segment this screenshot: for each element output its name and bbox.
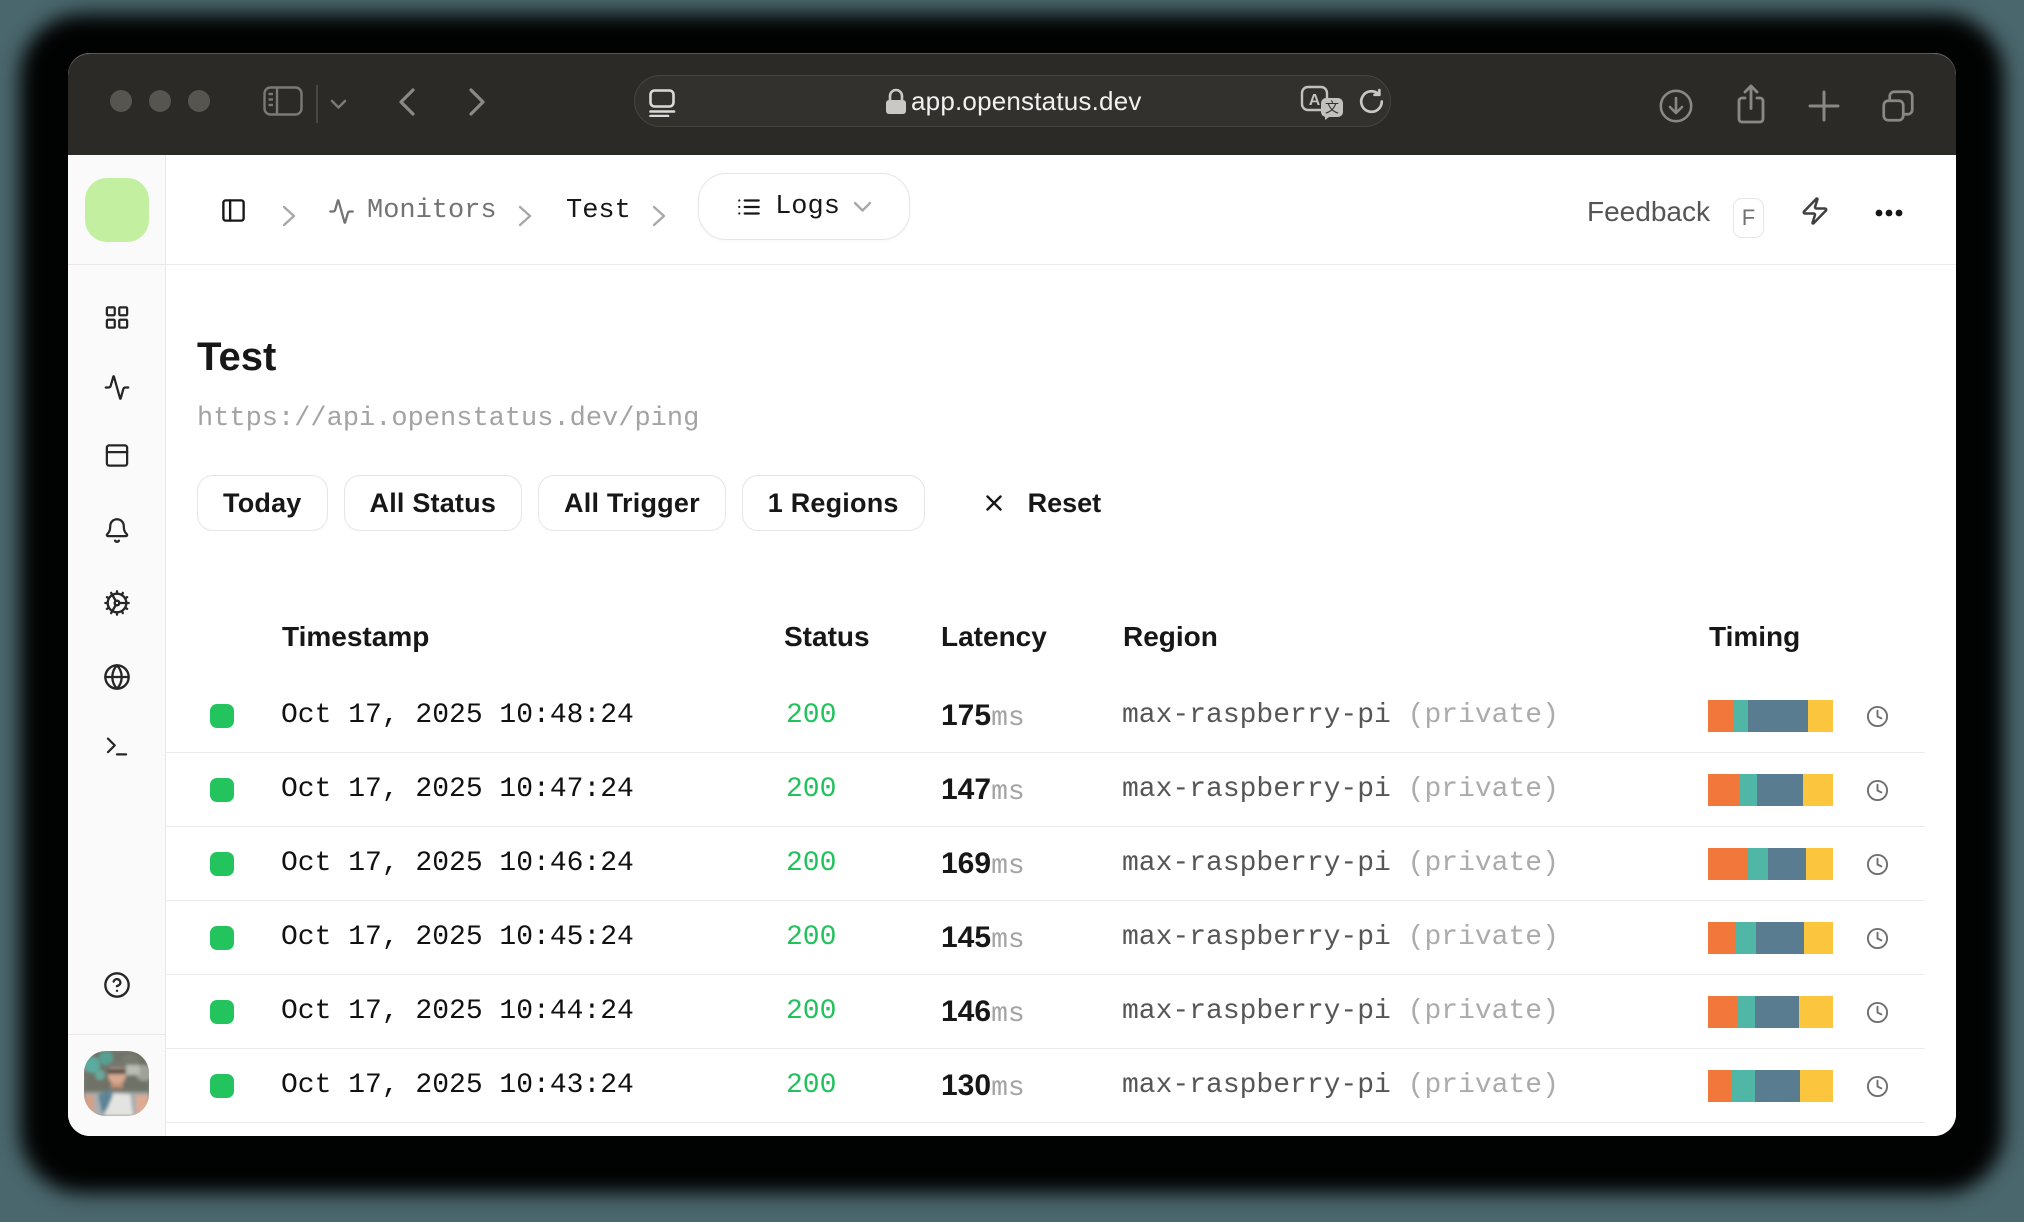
svg-text:A: A bbox=[1309, 92, 1321, 109]
svg-text:文: 文 bbox=[1325, 100, 1339, 116]
